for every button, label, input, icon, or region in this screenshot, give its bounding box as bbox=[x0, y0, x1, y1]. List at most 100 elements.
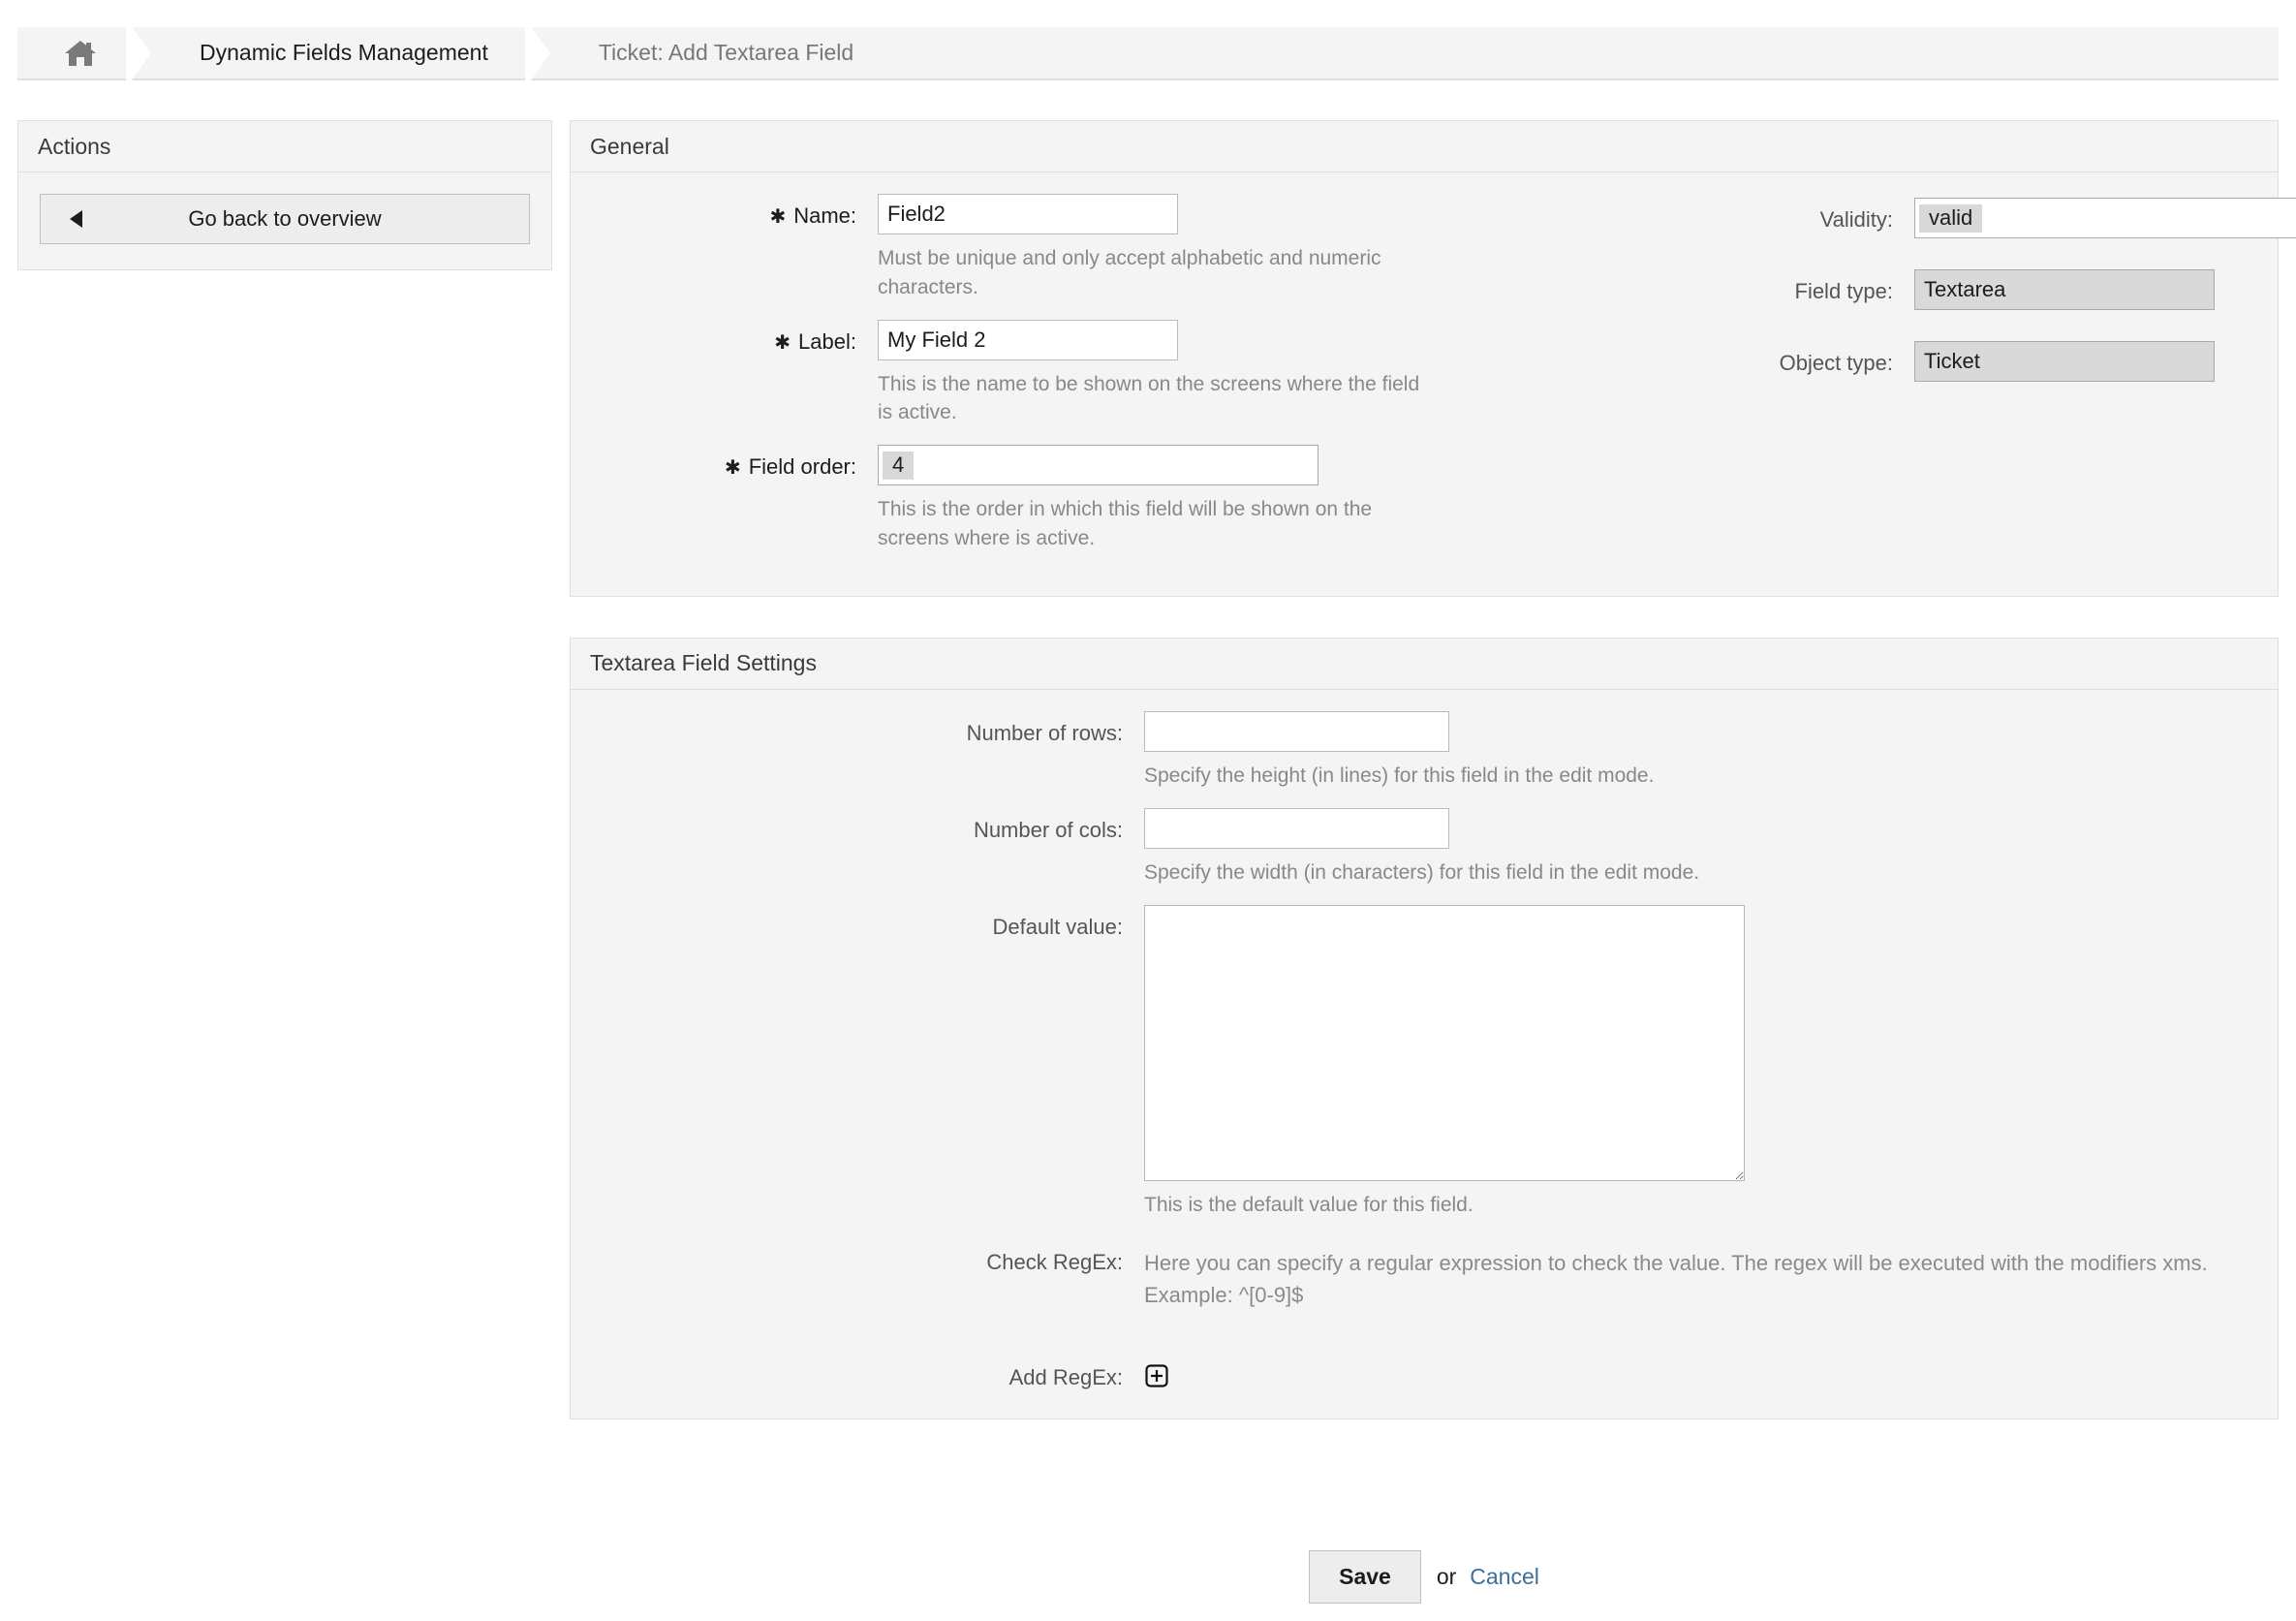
number-of-rows-field-wrap bbox=[1123, 710, 1449, 752]
default-value-label: Default value: bbox=[571, 905, 1123, 940]
number-of-rows-label-text: Number of rows: bbox=[966, 720, 1123, 745]
required-marker: ✱ bbox=[769, 206, 787, 228]
general-right-column: Validity: valid Field type: Textarea Obj… bbox=[1636, 194, 2296, 571]
validity-label: Validity: bbox=[1636, 198, 1893, 233]
general-body: ✱ Name: Must be unique and only accept al… bbox=[571, 172, 2296, 596]
check-regex-row: Check RegEx: Here you can specify a regu… bbox=[571, 1240, 2278, 1311]
add-regex-row: Add RegEx: bbox=[571, 1356, 2278, 1393]
label-field-wrap bbox=[856, 319, 1178, 360]
check-regex-label: Check RegEx: bbox=[571, 1240, 1123, 1275]
number-of-cols-label: Number of cols: bbox=[571, 808, 1123, 843]
object-type-value: Ticket bbox=[1924, 349, 1980, 373]
number-of-cols-label-text: Number of cols: bbox=[973, 817, 1123, 842]
add-regex-label: Add RegEx: bbox=[571, 1356, 1123, 1390]
name-hint: Must be unique and only accept alphabeti… bbox=[878, 247, 1381, 298]
actions-widget: Actions Go back to overview bbox=[17, 120, 552, 270]
required-marker: ✱ bbox=[724, 457, 741, 480]
breadcrumb-separator-1 bbox=[126, 17, 159, 88]
default-value-field-wrap bbox=[1123, 904, 1745, 1181]
textarea-settings-title-label: Textarea Field Settings bbox=[590, 650, 817, 676]
check-regex-line2: Example: ^[0-9]$ bbox=[1144, 1282, 1304, 1307]
go-back-to-overview-button[interactable]: Go back to overview bbox=[40, 194, 530, 244]
breadcrumb-home[interactable] bbox=[17, 27, 126, 78]
validity-row: Validity: valid bbox=[1636, 198, 2296, 238]
default-value-label-text: Default value: bbox=[992, 914, 1123, 939]
add-regex-button-wrap bbox=[1123, 1356, 1169, 1393]
default-value-row: Default value: bbox=[571, 904, 2278, 1181]
field-type-field-wrap: Textarea bbox=[1893, 269, 2215, 310]
save-button[interactable]: Save bbox=[1309, 1550, 1421, 1604]
general-title: General bbox=[571, 121, 2278, 172]
plus-box-icon[interactable] bbox=[1144, 1363, 1169, 1388]
number-of-rows-row: Number of rows: bbox=[571, 710, 2278, 752]
object-type-label-text: Object type: bbox=[1779, 351, 1893, 375]
field-order-hint: This is the order in which this field wi… bbox=[878, 498, 1373, 550]
field-type-label-text: Field type: bbox=[1794, 279, 1894, 303]
home-icon bbox=[64, 39, 97, 68]
label-label-text: Label: bbox=[798, 328, 856, 354]
field-order-field-wrap: 4 bbox=[856, 445, 1319, 486]
number-of-cols-field-wrap bbox=[1123, 807, 1449, 849]
breadcrumb-label: Ticket: Add Textarea Field bbox=[598, 40, 854, 65]
general-left-column: ✱ Name: Must be unique and only accept al… bbox=[571, 194, 1636, 571]
breadcrumb-label: Dynamic Fields Management bbox=[200, 40, 488, 65]
validity-value: valid bbox=[1919, 203, 1983, 233]
check-regex-text-wrap: Here you can specify a regular expressio… bbox=[1123, 1240, 2208, 1311]
field-order-select[interactable]: 4 bbox=[878, 445, 1319, 486]
number-of-rows-hint: Specify the height (in lines) for this f… bbox=[1144, 764, 1655, 787]
actions-title-label: Actions bbox=[38, 133, 111, 159]
name-label-text: Name: bbox=[793, 203, 856, 228]
field-order-row: ✱ Field order: 4 bbox=[571, 445, 1636, 486]
number-of-rows-label: Number of rows: bbox=[571, 711, 1123, 746]
breadcrumb-item-dynamic-fields-management[interactable]: Dynamic Fields Management bbox=[159, 27, 525, 78]
object-type-row: Object type: Ticket bbox=[1636, 341, 2296, 382]
general-title-label: General bbox=[590, 133, 669, 159]
textarea-settings-widget: Textarea Field Settings Number of rows: … bbox=[570, 637, 2279, 1419]
submit-bar: Save or Cancel bbox=[570, 1550, 2279, 1604]
textarea-settings-body: Number of rows: Specify the height (in l… bbox=[571, 690, 2278, 1418]
default-value-textarea[interactable] bbox=[1144, 904, 1745, 1181]
validity-label-text: Validity: bbox=[1819, 207, 1893, 232]
field-order-label: ✱ Field order: bbox=[571, 445, 856, 480]
actions-body: Go back to overview bbox=[18, 172, 551, 269]
name-field-wrap bbox=[856, 194, 1178, 234]
check-regex-description: Here you can specify a regular expressio… bbox=[1144, 1240, 2208, 1311]
go-back-to-overview-label: Go back to overview bbox=[188, 206, 382, 231]
breadcrumb-separator-2 bbox=[524, 17, 558, 88]
triangle-left-icon bbox=[70, 210, 82, 228]
required-marker: ✱ bbox=[774, 331, 791, 354]
or-label: or bbox=[1436, 1564, 1457, 1589]
default-value-hint: This is the default value for this field… bbox=[1144, 1193, 1474, 1216]
field-type-value-box: Textarea bbox=[1914, 269, 2215, 310]
field-order-label-text: Field order: bbox=[748, 454, 856, 480]
name-row: ✱ Name: bbox=[571, 194, 1636, 234]
label-hint: This is the name to be shown on the scre… bbox=[878, 372, 1420, 424]
label-input[interactable] bbox=[878, 319, 1178, 360]
check-regex-line1: Here you can specify a regular expressio… bbox=[1144, 1251, 2208, 1276]
breadcrumb: Dynamic Fields Management Ticket: Add Te… bbox=[17, 17, 2279, 88]
textarea-settings-title: Textarea Field Settings bbox=[571, 638, 2278, 690]
breadcrumb-item-current: Ticket: Add Textarea Field bbox=[558, 27, 890, 78]
field-type-row: Field type: Textarea bbox=[1636, 269, 2296, 310]
main-content: General ✱ Name: Must be unique and only a… bbox=[570, 120, 2296, 1460]
field-order-value: 4 bbox=[883, 451, 915, 480]
number-of-cols-row: Number of cols: bbox=[571, 807, 2278, 849]
label-row: ✱ Label: bbox=[571, 319, 1636, 360]
field-type-value: Textarea bbox=[1924, 277, 2006, 301]
name-input[interactable] bbox=[878, 194, 1178, 234]
validity-field-wrap: valid bbox=[1893, 198, 2296, 238]
cancel-link[interactable]: Cancel bbox=[1470, 1564, 1539, 1590]
actions-title: Actions bbox=[18, 121, 551, 172]
object-type-value-box: Ticket bbox=[1914, 341, 2215, 382]
number-of-rows-input[interactable] bbox=[1144, 710, 1449, 752]
name-label: ✱ Name: bbox=[571, 194, 856, 229]
number-of-cols-input[interactable] bbox=[1144, 807, 1449, 849]
object-type-field-wrap: Ticket bbox=[1893, 341, 2215, 382]
general-widget: General ✱ Name: Must be unique and only a… bbox=[570, 120, 2296, 597]
sidebar: Actions Go back to overview bbox=[17, 120, 552, 311]
object-type-label: Object type: bbox=[1636, 341, 1893, 376]
label-label: ✱ Label: bbox=[571, 320, 856, 355]
validity-select[interactable]: valid bbox=[1914, 198, 2296, 238]
check-regex-label-text: Check RegEx: bbox=[986, 1250, 1123, 1275]
add-regex-label-text: Add RegEx: bbox=[1008, 1364, 1123, 1389]
